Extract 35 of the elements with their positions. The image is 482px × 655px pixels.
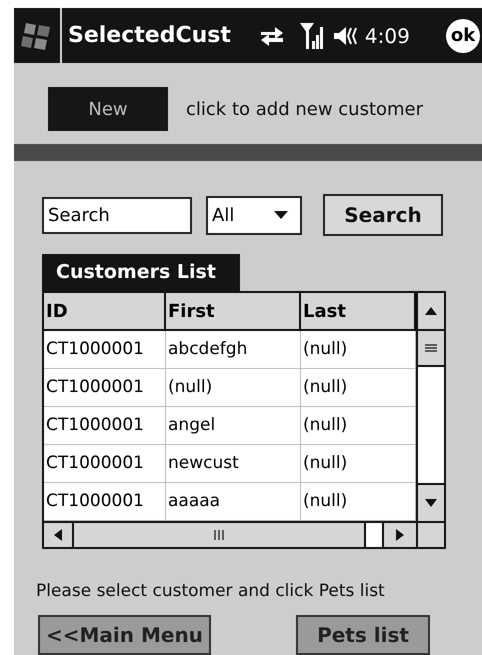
table-cell: newcust xyxy=(166,445,301,482)
pets-list-button[interactable]: Pets list xyxy=(296,614,430,654)
filter-dropdown[interactable]: All xyxy=(206,196,302,234)
signal-icon xyxy=(298,20,325,50)
table-cell: CT1000001 xyxy=(44,483,166,520)
dropdown-caret-icon xyxy=(274,211,288,219)
table-cell: CT1000001 xyxy=(44,445,166,482)
main-menu-button[interactable]: <<Main Menu xyxy=(38,614,211,654)
scroll-thumb-grip-icon[interactable] xyxy=(214,530,224,540)
new-button[interactable]: New xyxy=(48,87,168,131)
clock-time: 4:09 xyxy=(364,22,410,50)
column-header[interactable]: ID xyxy=(44,293,166,329)
horizontal-scroll-thumb[interactable] xyxy=(364,523,384,547)
vertical-scrollbar[interactable] xyxy=(416,293,444,521)
scroll-right-icon[interactable] xyxy=(396,529,404,541)
new-hint: click to add new customer xyxy=(186,98,424,122)
scroll-thumb-grip-icon[interactable] xyxy=(425,344,437,352)
scroll-left-icon[interactable] xyxy=(54,529,62,541)
scroll-up-icon[interactable] xyxy=(425,307,437,315)
table-cell: CT1000001 xyxy=(44,369,166,406)
table-cell: abcdefgh xyxy=(166,331,301,368)
customers-list-tab[interactable]: Customers List xyxy=(42,254,240,291)
table-cell: (null) xyxy=(166,369,301,406)
search-field[interactable]: Search xyxy=(42,196,192,234)
horizontal-scrollbar[interactable] xyxy=(44,521,444,547)
instruction-text: Please select customer and click Pets list xyxy=(36,580,386,603)
column-header[interactable]: First xyxy=(166,293,301,329)
table-cell: CT1000001 xyxy=(44,407,166,444)
table-cell: angel xyxy=(166,407,301,444)
search-button[interactable]: Search xyxy=(323,194,443,236)
scroll-down-icon[interactable] xyxy=(425,499,437,507)
ok-button[interactable]: ok xyxy=(446,18,480,52)
table-cell: aaaaa xyxy=(166,483,301,520)
table-cell: CT1000001 xyxy=(44,331,166,368)
window-title: SelectedCust xyxy=(68,22,231,50)
